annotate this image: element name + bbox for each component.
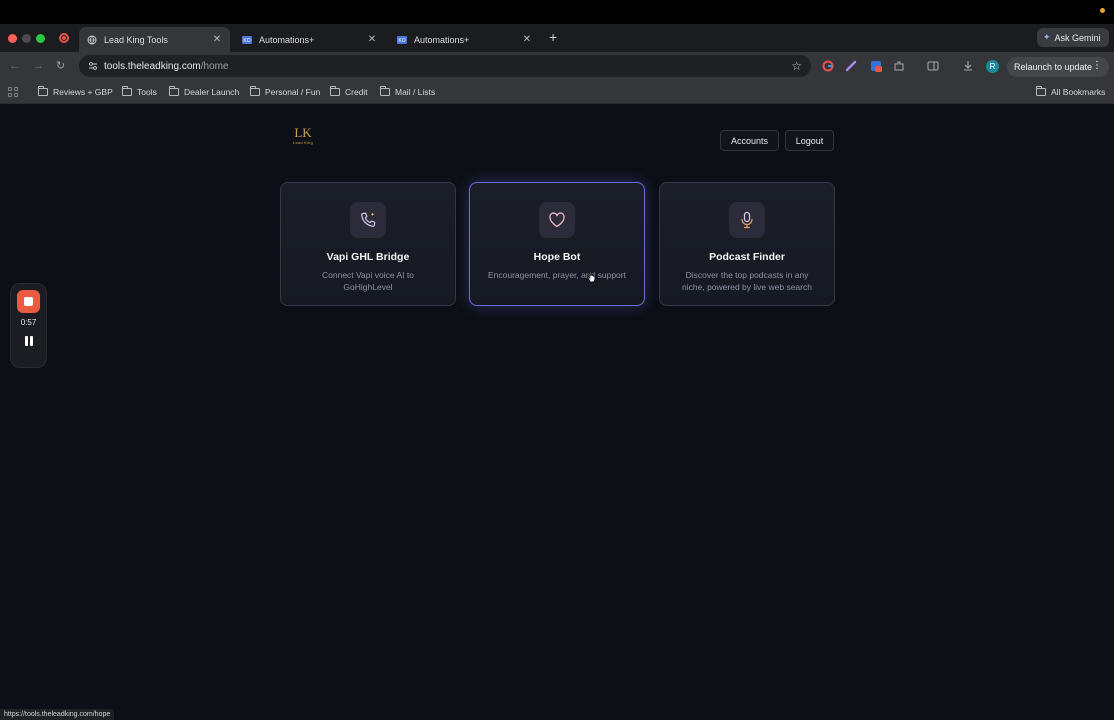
download-icon[interactable] [962, 60, 974, 72]
bookmark-folder[interactable]: Personal / Fun [250, 86, 321, 97]
forward-icon[interactable]: → [33, 60, 44, 72]
bookmark-folder[interactable]: Tools [122, 86, 157, 97]
accounts-button[interactable]: Accounts [720, 130, 779, 151]
tab-title: Lead King Tools [104, 34, 168, 45]
screen-recorder-widget: 0:57 [10, 283, 47, 368]
recording-indicator-icon [59, 33, 69, 43]
globe-icon [87, 35, 97, 45]
new-tab-button[interactable]: + [549, 30, 557, 44]
lead-king-logo[interactable]: LK Lead King [288, 126, 318, 152]
svg-text:KO: KO [243, 38, 250, 44]
heart-icon [549, 212, 565, 228]
kebab-menu-icon[interactable]: ⋮ [1092, 60, 1102, 71]
url-path: /home [200, 60, 229, 72]
card-icon-tile [729, 202, 765, 238]
bookmark-label: Credit [345, 87, 368, 97]
app-logo-icon: KO [242, 35, 252, 45]
reload-icon[interactable]: ↻ [56, 60, 65, 72]
tab-title: Automations+ [414, 34, 470, 45]
bookmark-label: Personal / Fun [265, 87, 321, 97]
card-description: Discover the top podcasts in any niche, … [682, 270, 812, 292]
folder-icon [1036, 86, 1046, 96]
bookmark-label: Tools [137, 87, 157, 97]
bookmark-folder[interactable]: Credit [330, 86, 368, 97]
folder-icon [38, 86, 48, 96]
window-minimize-button[interactable] [22, 34, 31, 43]
window-zoom-button[interactable] [36, 34, 45, 43]
tab-automations-2[interactable]: KO Automations+ ✕ [389, 27, 540, 52]
bookmark-folder[interactable]: Reviews + GBP [38, 86, 113, 97]
browser-toolbar: ← → ↻ tools.theleadking.com/home ☆ [0, 52, 1114, 80]
calendar-extension-icon[interactable] [870, 60, 882, 72]
system-top-bar [0, 0, 1114, 24]
close-icon[interactable]: ✕ [212, 34, 222, 45]
bookmark-label: Reviews + GBP [53, 87, 113, 97]
stop-icon [24, 297, 33, 306]
app-logo-icon: KO [397, 35, 407, 45]
puzzle-extension-icon[interactable] [893, 60, 905, 72]
logo-name: Lead King [293, 140, 313, 145]
apps-grid-icon[interactable] [8, 87, 18, 97]
notification-dot [1100, 8, 1105, 13]
all-bookmarks[interactable]: All Bookmarks [1036, 86, 1106, 97]
recording-timer: 0:57 [20, 318, 37, 327]
card-title: Podcast Finder [709, 251, 785, 263]
profile-avatar[interactable]: R [986, 60, 999, 73]
ask-gemini-label: Ask Gemini [1054, 32, 1101, 43]
stop-recording-button[interactable] [17, 290, 40, 313]
relaunch-label: Relaunch to update [1014, 62, 1093, 72]
address-bar[interactable]: tools.theleadking.com/home ☆ [79, 55, 811, 77]
bookmark-folder[interactable]: Mail / Lists [380, 86, 436, 97]
card-icon-tile [539, 202, 575, 238]
hand-cursor-icon [587, 270, 596, 283]
google-extension-icon[interactable] [822, 60, 834, 72]
microphone-icon [741, 211, 753, 229]
card-description: Encouragement, prayer, and support [488, 270, 626, 280]
side-panel-icon[interactable] [927, 60, 939, 72]
tab-automations-1[interactable]: KO Automations+ ✕ [234, 27, 385, 52]
bookmark-star-icon[interactable]: ☆ [791, 59, 802, 73]
ask-gemini-button[interactable]: ✦ Ask Gemini [1037, 28, 1109, 47]
tab-lead-king-tools[interactable]: Lead King Tools ✕ [79, 27, 230, 52]
site-settings-icon[interactable] [88, 61, 98, 71]
svg-text:KO: KO [398, 38, 405, 44]
bookmark-folder[interactable]: Dealer Launch [169, 86, 240, 97]
close-icon[interactable]: ✕ [522, 34, 532, 45]
card-title: Vapi GHL Bridge [326, 251, 410, 263]
card-vapi-ghl-bridge[interactable]: Vapi GHL Bridge Connect Vapi voice AI to… [280, 182, 456, 306]
phone-icon [361, 212, 376, 227]
back-icon[interactable]: ← [9, 60, 20, 72]
close-icon[interactable]: ✕ [367, 34, 377, 45]
card-hope-bot[interactable]: Hope Bot Encouragement, prayer, and supp… [469, 182, 645, 306]
folder-icon [330, 86, 340, 96]
bookmark-label: All Bookmarks [1051, 87, 1106, 97]
folder-icon [169, 86, 179, 96]
card-description: Connect Vapi voice AI to GoHighLevel [322, 270, 414, 292]
bookmark-label: Dealer Launch [184, 87, 240, 97]
pen-extension-icon[interactable] [845, 60, 857, 72]
window-close-button[interactable] [8, 34, 17, 43]
sparkle-icon: ✦ [1043, 32, 1051, 42]
card-icon-tile [350, 202, 386, 238]
bookmarks-bar [0, 80, 1114, 104]
logo-mark: LK [294, 125, 312, 140]
tab-title: Automations+ [259, 34, 315, 45]
folder-icon [380, 86, 390, 96]
link-status-bar: https://tools.theleadking.com/hope [0, 709, 115, 720]
relaunch-to-update-button[interactable]: Relaunch to update ⋮ [1007, 57, 1109, 77]
folder-icon [250, 86, 260, 96]
url-host: tools.theleadking.com [104, 60, 201, 72]
folder-icon [122, 86, 132, 96]
pause-icon[interactable] [24, 336, 33, 346]
bookmark-label: Mail / Lists [395, 87, 436, 97]
logout-button[interactable]: Logout [785, 130, 834, 151]
card-title: Hope Bot [533, 251, 581, 263]
card-podcast-finder[interactable]: Podcast Finder Discover the top podcasts… [659, 182, 835, 306]
